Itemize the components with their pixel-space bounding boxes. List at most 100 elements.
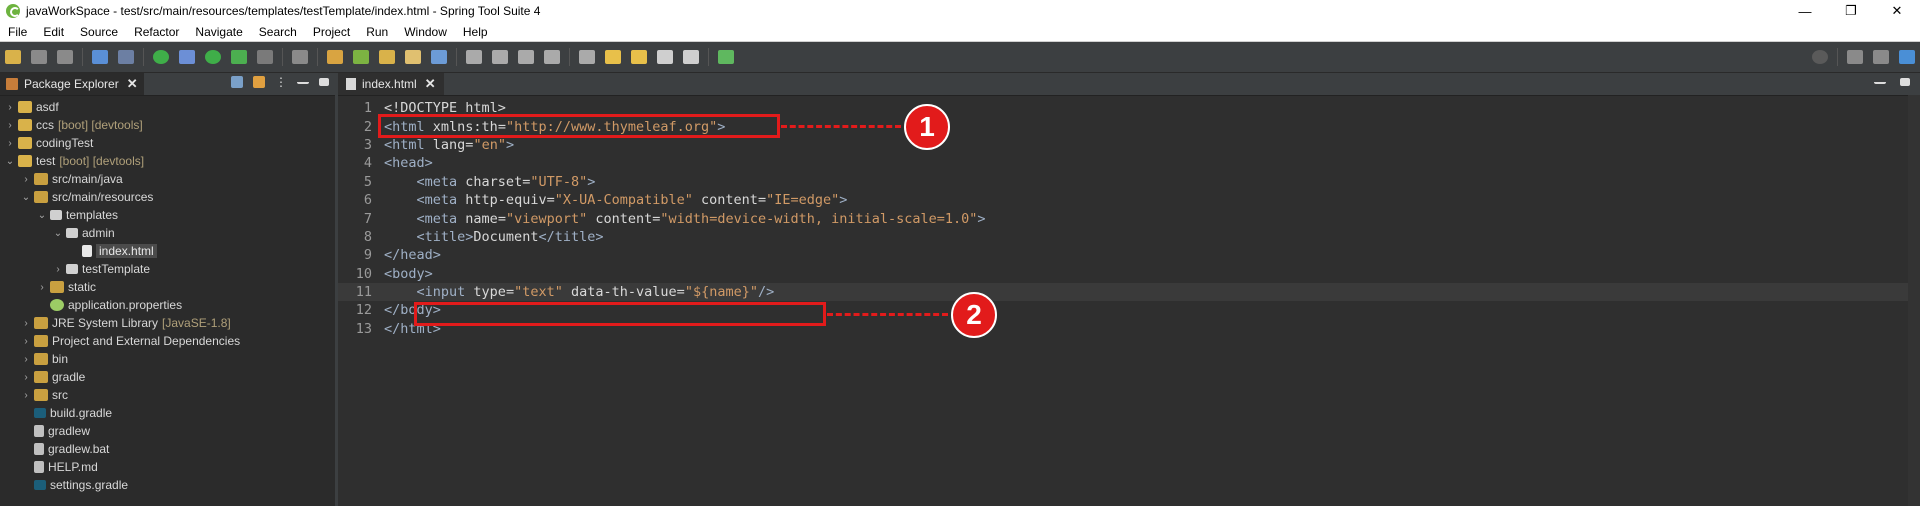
previous-annotation-icon[interactable] xyxy=(605,50,621,64)
pencil-icon[interactable] xyxy=(431,50,447,64)
tab-index-html[interactable]: index.html ✕ xyxy=(338,73,444,95)
code-line[interactable]: 4 <head> xyxy=(338,154,1920,172)
menu-help[interactable]: Help xyxy=(455,25,496,39)
menu-navigate[interactable]: Navigate xyxy=(187,25,250,39)
tree-item[interactable]: ⌄ admin xyxy=(0,224,335,242)
tree-item[interactable]: › ccs [boot] [devtools] xyxy=(0,116,335,134)
chevron-right-icon[interactable]: › xyxy=(20,390,32,401)
chevron-right-icon[interactable]: › xyxy=(20,318,32,329)
chevron-right-icon[interactable]: › xyxy=(36,282,48,293)
run-external-icon[interactable] xyxy=(231,50,247,64)
tree-item[interactable]: application.properties xyxy=(0,296,335,314)
menu-edit[interactable]: Edit xyxy=(35,25,72,39)
code-line[interactable]: 8 <title>Document</title> xyxy=(338,228,1920,246)
tree-item[interactable]: build.gradle xyxy=(0,404,335,422)
java-perspective-icon[interactable] xyxy=(1873,50,1889,64)
chevron-right-icon[interactable]: › xyxy=(20,336,32,347)
tree-item[interactable]: › JRE System Library [JavaSE-1.8] xyxy=(0,314,335,332)
open-perspective-icon[interactable] xyxy=(1847,50,1863,64)
open-type-icon[interactable] xyxy=(292,50,308,64)
tree-item[interactable]: › asdf xyxy=(0,98,335,116)
tree-item[interactable]: ⌄ test [boot] [devtools] xyxy=(0,152,335,170)
block-selection-icon[interactable] xyxy=(492,50,508,64)
chevron-right-icon[interactable]: › xyxy=(20,354,32,365)
run-icon[interactable] xyxy=(205,50,221,64)
minimize-view-icon[interactable] xyxy=(297,76,309,84)
chevron-down-icon[interactable]: ⌄ xyxy=(20,192,32,203)
tree-item[interactable]: › Project and External Dependencies xyxy=(0,332,335,350)
terminal-icon[interactable] xyxy=(92,50,108,64)
chevron-right-icon[interactable]: › xyxy=(20,174,32,185)
link-with-editor-icon[interactable] xyxy=(253,76,265,88)
next-annotation-icon[interactable] xyxy=(631,50,647,64)
back-icon[interactable] xyxy=(657,50,673,64)
tree-item[interactable]: › src xyxy=(0,386,335,404)
tree-item[interactable]: › testTemplate xyxy=(0,260,335,278)
show-whitespace-icon[interactable] xyxy=(518,50,534,64)
debug-icon[interactable] xyxy=(179,50,195,64)
tree-item[interactable]: settings.gradle xyxy=(0,476,335,494)
maximize-view-icon[interactable] xyxy=(319,78,329,86)
save-all-icon[interactable] xyxy=(57,50,73,64)
annotation-icon[interactable] xyxy=(544,50,560,64)
forward-icon[interactable] xyxy=(683,50,699,64)
new-icon[interactable] xyxy=(5,50,21,64)
chevron-down-icon[interactable]: ⌄ xyxy=(36,210,48,221)
menu-refactor[interactable]: Refactor xyxy=(126,25,187,39)
code-line[interactable]: 10 <body> xyxy=(338,265,1920,283)
new-java-package-icon[interactable] xyxy=(327,50,343,64)
search-icon[interactable] xyxy=(1812,50,1828,64)
chevron-down-icon[interactable]: ⌄ xyxy=(4,156,16,167)
tree-item[interactable]: › bin xyxy=(0,350,335,368)
tree-item[interactable]: gradlew xyxy=(0,422,335,440)
pin-editor-icon[interactable] xyxy=(718,50,734,64)
spring-boot-dashboard-icon[interactable] xyxy=(153,50,169,64)
code-line[interactable]: 9 </head> xyxy=(338,246,1920,264)
save-icon[interactable] xyxy=(31,50,47,64)
code-line[interactable]: 7 <meta name="viewport" content="width=d… xyxy=(338,209,1920,227)
chevron-right-icon[interactable]: › xyxy=(4,138,16,149)
new-class-icon[interactable] xyxy=(353,50,369,64)
chevron-right-icon[interactable]: › xyxy=(4,120,16,131)
chevron-right-icon[interactable]: › xyxy=(20,372,32,383)
tab-package-explorer[interactable]: Package Explorer ✕ xyxy=(0,73,144,95)
tree-item[interactable]: › static xyxy=(0,278,335,296)
tree-item[interactable]: index.html xyxy=(0,242,335,260)
chevron-right-icon[interactable]: › xyxy=(52,264,64,275)
view-menu-icon[interactable]: ⋮ xyxy=(275,76,287,88)
editor-scrollbar[interactable] xyxy=(1908,95,1920,506)
console-icon[interactable] xyxy=(118,50,134,64)
tree-item[interactable]: › src/main/java xyxy=(0,170,335,188)
menu-run[interactable]: Run xyxy=(358,25,396,39)
code-line[interactable]: 3 <html lang="en"> xyxy=(338,136,1920,154)
spring-perspective-icon[interactable] xyxy=(1899,50,1915,64)
minimize-editor-icon[interactable] xyxy=(1874,76,1886,84)
tree-item[interactable]: ⌄ templates xyxy=(0,206,335,224)
tree-item[interactable]: › gradle xyxy=(0,368,335,386)
close-icon[interactable]: ✕ xyxy=(127,76,138,92)
toggle-mark-occurrences-icon[interactable] xyxy=(466,50,482,64)
open-folder-icon[interactable] xyxy=(379,50,395,64)
code-line[interactable]: 6 <meta http-equiv="X-UA-Compatible" con… xyxy=(338,191,1920,209)
tree-item[interactable]: › codingTest xyxy=(0,134,335,152)
tree-item[interactable]: gradlew.bat xyxy=(0,440,335,458)
tree-item[interactable]: HELP.md xyxy=(0,458,335,476)
close-button[interactable]: ✕ xyxy=(1874,0,1920,22)
code-line[interactable]: 11 <input type="text" data-th-value="${n… xyxy=(338,282,1920,302)
code-line[interactable]: 5 <meta charset="UTF-8"> xyxy=(338,173,1920,191)
menu-file[interactable]: File xyxy=(0,25,35,39)
chevron-down-icon[interactable]: ⌄ xyxy=(52,228,64,239)
maximize-editor-icon[interactable] xyxy=(1900,78,1910,86)
restore-button[interactable]: ❐ xyxy=(1828,0,1874,22)
collapse-all-icon[interactable] xyxy=(231,76,243,88)
menu-search[interactable]: Search xyxy=(251,25,305,39)
chevron-right-icon[interactable]: › xyxy=(4,102,16,113)
menu-project[interactable]: Project xyxy=(305,25,358,39)
menu-source[interactable]: Source xyxy=(72,25,126,39)
edit-icon[interactable] xyxy=(405,50,421,64)
last-edit-location-icon[interactable] xyxy=(579,50,595,64)
stop-icon[interactable] xyxy=(257,50,273,64)
menu-window[interactable]: Window xyxy=(396,25,455,39)
minimize-button[interactable]: — xyxy=(1782,0,1828,22)
tree-item[interactable]: ⌄ src/main/resources xyxy=(0,188,335,206)
